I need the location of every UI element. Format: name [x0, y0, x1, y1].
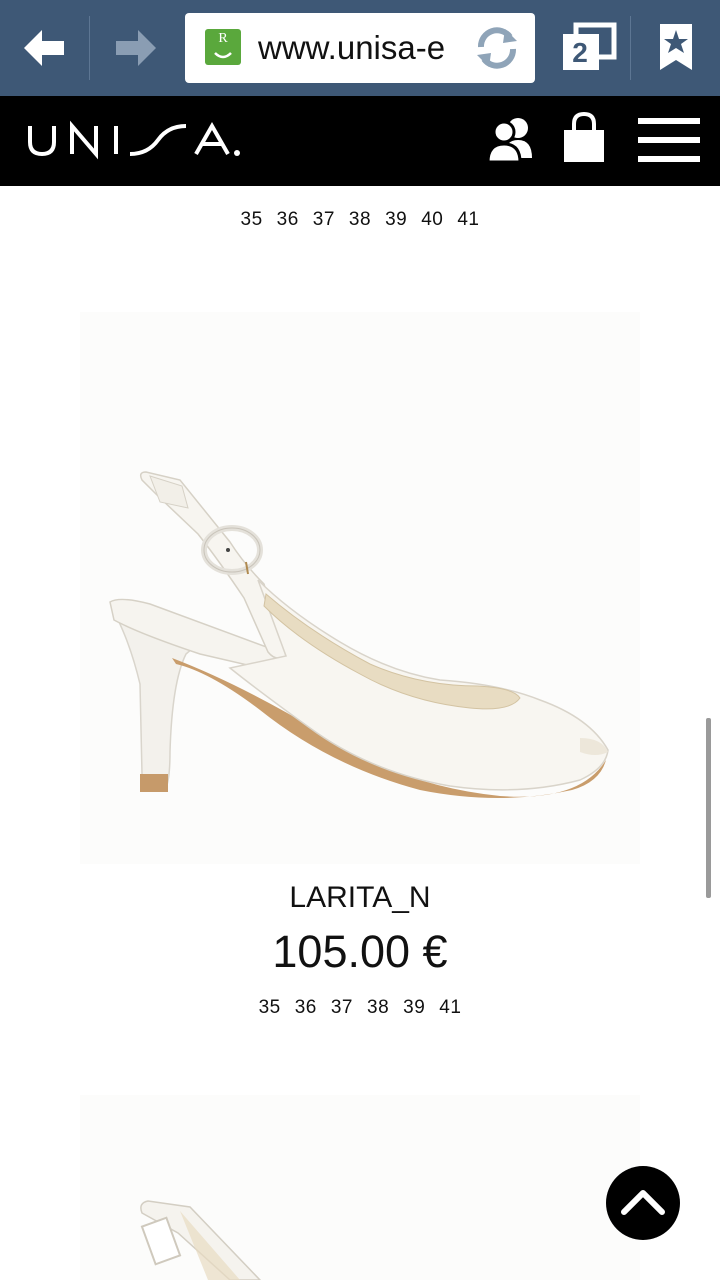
- users-icon: [486, 118, 532, 164]
- chevron-up-icon: [621, 1190, 665, 1215]
- size-option[interactable]: 41: [439, 997, 461, 1019]
- size-option[interactable]: 36: [295, 997, 317, 1019]
- bookmark-button[interactable]: [652, 22, 700, 74]
- reload-icon: [477, 27, 517, 69]
- back-button[interactable]: [18, 20, 74, 76]
- size-option[interactable]: 39: [385, 209, 407, 231]
- scrollbar[interactable]: [706, 718, 711, 898]
- arrow-right-icon: [116, 30, 156, 66]
- hamburger-menu-icon: [638, 118, 700, 162]
- logo-graphic: [28, 120, 240, 160]
- site-header: [0, 96, 720, 186]
- size-option[interactable]: 35: [259, 997, 281, 1019]
- size-option[interactable]: 37: [331, 997, 353, 1019]
- account-button[interactable]: [486, 116, 540, 164]
- url-text[interactable]: www.unisa-e: [258, 27, 468, 69]
- size-option[interactable]: 38: [349, 209, 371, 231]
- address-bar[interactable]: R www.unisa-e: [185, 13, 535, 83]
- size-option[interactable]: 36: [277, 209, 299, 231]
- product-name[interactable]: LARITA_N: [0, 880, 720, 916]
- favicon-smile-icon: [214, 52, 232, 59]
- scroll-to-top-button[interactable]: [606, 1166, 680, 1240]
- size-option[interactable]: 37: [313, 209, 335, 231]
- tabs-button[interactable]: 2: [558, 22, 618, 74]
- unisa-logo[interactable]: [26, 118, 246, 162]
- menu-button[interactable]: [636, 118, 702, 164]
- forward-button[interactable]: [106, 20, 162, 76]
- size-option[interactable]: 40: [421, 209, 443, 231]
- size-option[interactable]: 38: [367, 997, 389, 1019]
- browser-toolbar: R www.unisa-e 2: [0, 0, 720, 96]
- size-option[interactable]: 41: [457, 209, 479, 231]
- site-favicon: R: [205, 29, 241, 65]
- toolbar-divider: [630, 16, 631, 80]
- arrow-left-icon: [24, 30, 64, 66]
- reload-button[interactable]: [471, 23, 523, 73]
- product-image[interactable]: [80, 312, 640, 864]
- white-slingback-shoe-image: [109, 471, 609, 798]
- product-price: 105.00 €: [272, 926, 448, 977]
- shopping-bag-icon: [564, 111, 604, 162]
- toolbar-divider: [89, 16, 90, 80]
- product-sizes: 35 36 37 38 39 40 41: [0, 209, 720, 231]
- product-sizes: 35 36 37 38 39 41: [0, 997, 720, 1019]
- white-shoe-image: [140, 1200, 262, 1280]
- size-option[interactable]: 35: [241, 209, 263, 231]
- bookmark-star-icon: [660, 24, 692, 70]
- product-image[interactable]: [80, 1095, 640, 1280]
- tab-count: 2: [572, 37, 588, 68]
- cart-button[interactable]: [560, 111, 608, 164]
- size-option[interactable]: 39: [403, 997, 425, 1019]
